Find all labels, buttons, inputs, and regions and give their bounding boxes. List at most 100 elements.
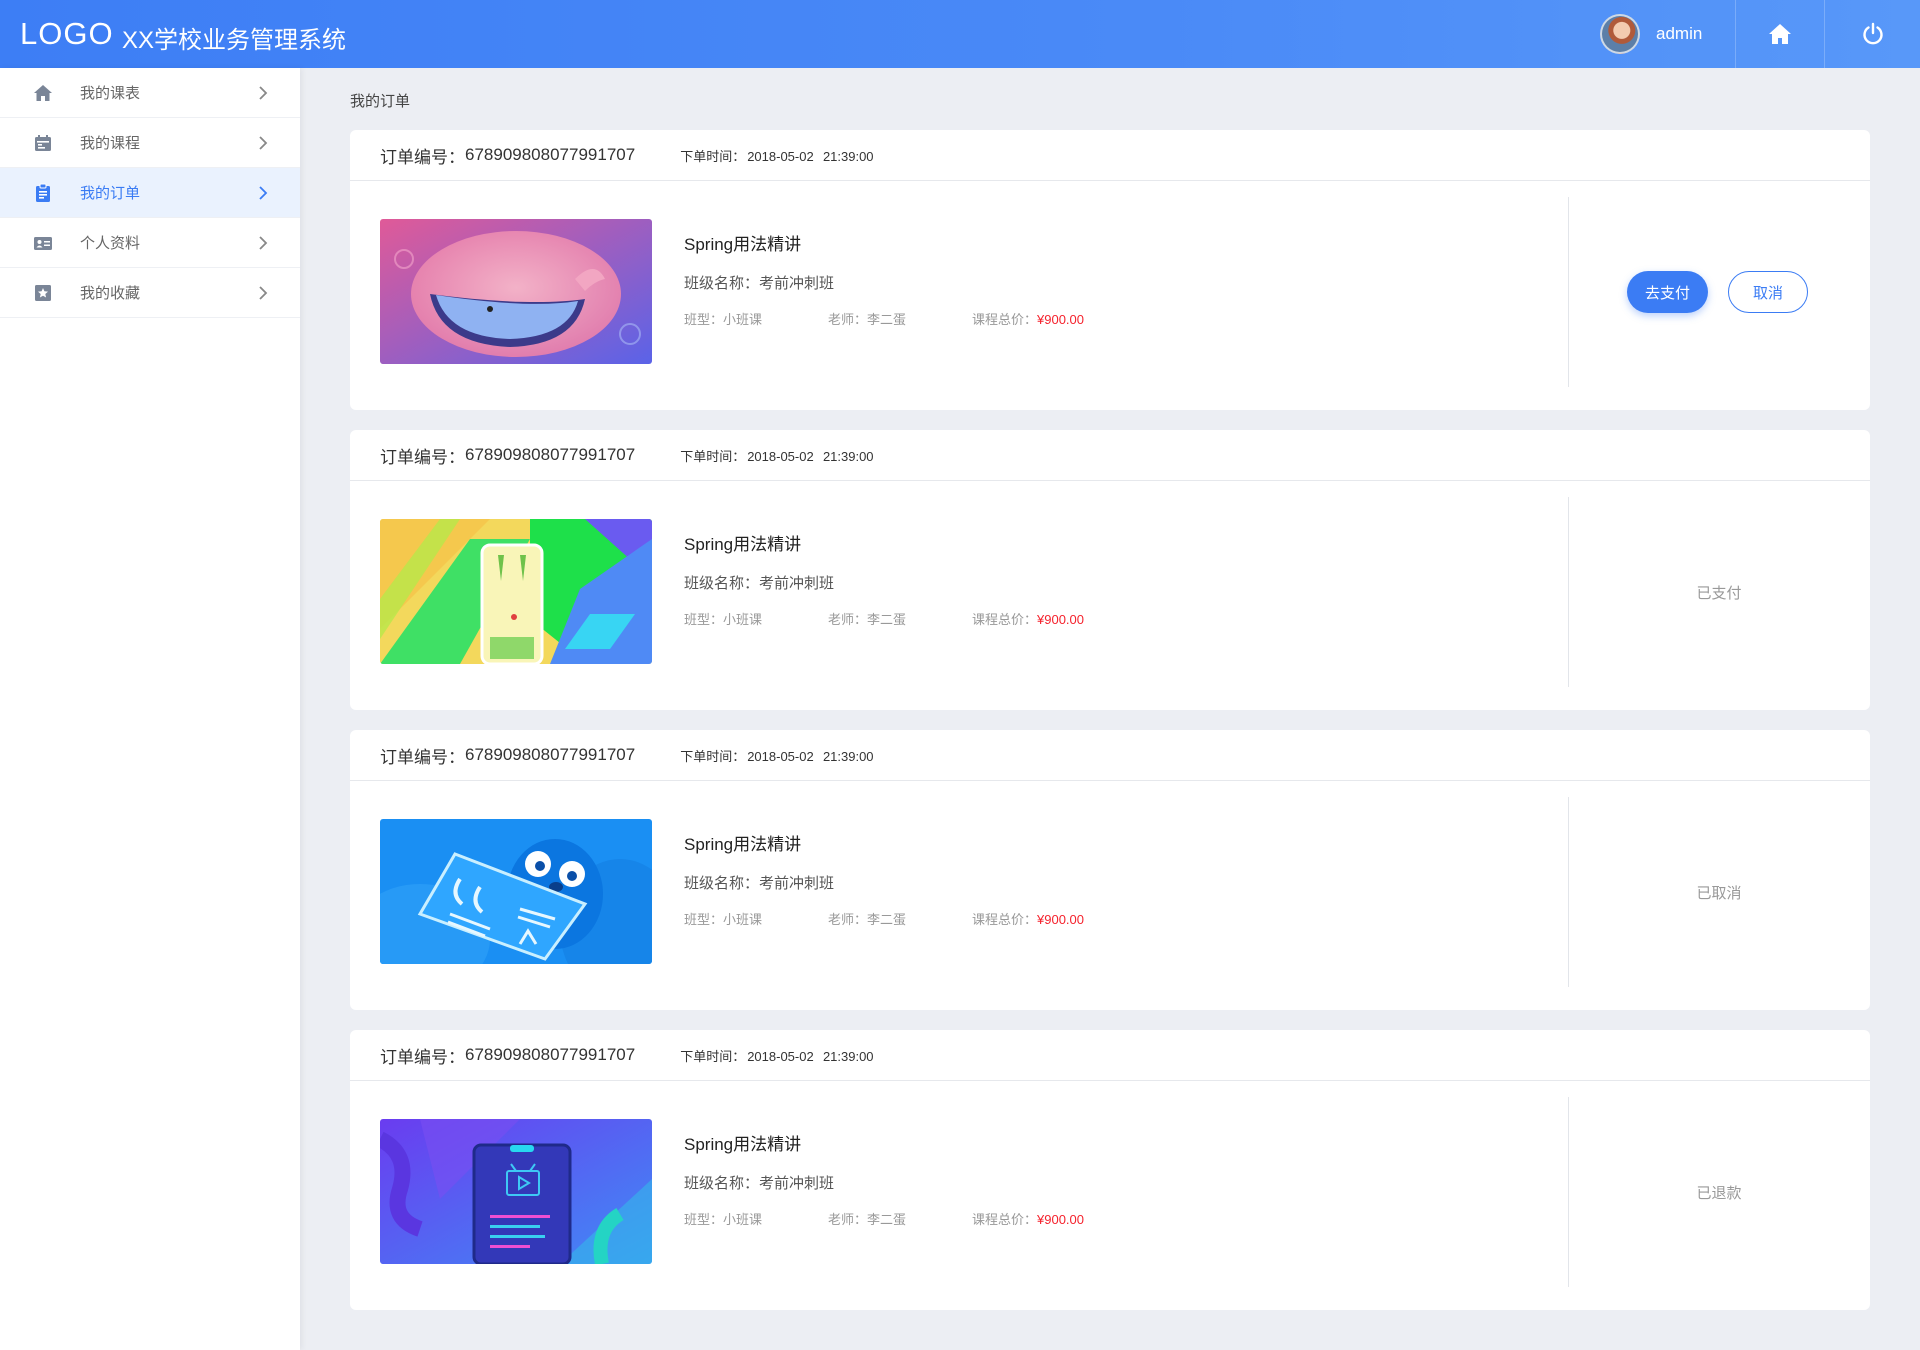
order-time: 下单时间： 2018-05-02 21:39:00 (680, 746, 873, 765)
course-title[interactable]: Spring用法精讲 (684, 1130, 1124, 1155)
order-clock: 21:39:00 (822, 448, 874, 464)
class-type: 班型：小班课 (684, 612, 763, 627)
course-meta: 班型：小班课 老师：李二蛋 课程总价：¥900.00 (684, 609, 1124, 627)
order-clock: 21:39:00 (822, 748, 874, 764)
order-card: 订单编号： 678909808077991707 下单时间： 2018-05-02… (350, 430, 1870, 710)
class-type: 班型：小班课 (684, 912, 763, 927)
course-meta: 班型：小班课 老师：李二蛋 课程总价：¥900.00 (684, 909, 1124, 927)
order-time-label: 下单时间： (680, 148, 746, 164)
order-time-label: 下单时间： (680, 748, 746, 764)
order-status: 已取消 (1696, 885, 1742, 902)
order-number: 678909808077991707 (465, 745, 636, 764)
price-label: 课程总价： (972, 912, 1038, 927)
order-time-label: 下单时间： (680, 448, 746, 464)
chevron-right-icon (259, 186, 268, 200)
course-info: Spring用法精讲 班级名称：考前冲刺班 班型：小班课 老师：李二蛋 课程总价… (684, 230, 1124, 327)
order-number-label: 订单编号： (380, 447, 465, 467)
chevron-right-icon (259, 286, 268, 300)
star-icon (35, 285, 51, 301)
order-header: 订单编号： 678909808077991707 下单时间： 2018-05-02… (350, 130, 1870, 181)
order-clock: 21:39:00 (822, 148, 874, 164)
sidebar-item-courses[interactable]: 我的课程 (0, 118, 300, 168)
mascot-illustration (380, 819, 652, 964)
course-title[interactable]: Spring用法精讲 (684, 230, 1124, 255)
order-status: 已支付 (1696, 585, 1742, 602)
price-label: 课程总价： (972, 312, 1038, 327)
course-thumbnail[interactable] (380, 219, 652, 364)
price: ¥900.00 (1037, 312, 1085, 327)
chevron-right-icon (259, 86, 268, 100)
system-title: XX学校业务管理系统 (122, 27, 347, 54)
home-button[interactable] (1736, 0, 1824, 68)
sidebar-item-label: 我的课程 (80, 135, 141, 152)
price: ¥900.00 (1037, 612, 1085, 627)
order-card: 订单编号： 678909808077991707 下单时间： 2018-05-02… (350, 130, 1870, 410)
home-icon (1769, 24, 1791, 44)
sidebar-item-profile[interactable]: 个人资料 (0, 218, 300, 268)
teacher: 老师：李二蛋 (828, 912, 907, 927)
sidebar-item-schedule[interactable]: 我的课表 (0, 68, 300, 118)
order-clock: 21:39:00 (822, 1048, 874, 1064)
order-card: 订单编号： 678909808077991707 下单时间： 2018-05-02… (350, 730, 1870, 1010)
teacher: 老师：李二蛋 (828, 612, 907, 627)
sidebar-item-label: 我的收藏 (80, 285, 141, 302)
breadcrumb: 我的订单 (350, 93, 411, 110)
order-date: 2018-05-02 (747, 748, 814, 764)
price-wrap: 课程总价：¥900.00 (972, 1209, 1084, 1228)
sidebar-item-label: 我的订单 (80, 185, 141, 202)
order-date: 2018-05-02 (747, 448, 814, 464)
price-label: 课程总价： (972, 612, 1038, 627)
course-thumbnail[interactable] (380, 1119, 652, 1264)
order-date: 2018-05-02 (747, 1048, 814, 1064)
course-info: Spring用法精讲 班级名称：考前冲刺班 班型：小班课 老师：李二蛋 课程总价… (684, 830, 1124, 927)
user-menu[interactable]: admin (1600, 13, 1702, 55)
course-info: Spring用法精讲 班级名称：考前冲刺班 班型：小班课 老师：李二蛋 课程总价… (684, 530, 1124, 627)
price-label: 课程总价： (972, 1212, 1038, 1227)
teacher: 老师：李二蛋 (828, 1212, 907, 1227)
class-name: 班级名称：考前冲刺班 (684, 575, 835, 592)
order-header: 订单编号： 678909808077991707 下单时间： 2018-05-02… (350, 430, 1870, 481)
order-number: 678909808077991707 (465, 445, 636, 464)
order-number-label: 订单编号： (380, 747, 465, 767)
order-header: 订单编号： 678909808077991707 下单时间： 2018-05-02… (350, 730, 1870, 781)
price-wrap: 课程总价：¥900.00 (972, 609, 1084, 628)
phone-illustration (380, 519, 652, 664)
sidebar-item-orders[interactable]: 我的订单 (0, 168, 300, 218)
class-name: 班级名称：考前冲刺班 (684, 1175, 835, 1192)
username[interactable]: admin (1656, 24, 1702, 44)
order-time: 下单时间： 2018-05-02 21:39:00 (680, 1046, 873, 1065)
order-number: 678909808077991707 (465, 1045, 636, 1064)
avatar[interactable] (1600, 14, 1640, 54)
class-name: 班级名称：考前冲刺班 (684, 875, 835, 892)
course-title[interactable]: Spring用法精讲 (684, 830, 1124, 855)
course-thumbnail[interactable] (380, 819, 652, 964)
calendar-icon (35, 135, 51, 151)
order-status: 已退款 (1696, 1185, 1742, 1202)
logo: LOGO (20, 16, 114, 51)
video-phone-illustration (380, 1119, 652, 1264)
course-title[interactable]: Spring用法精讲 (684, 530, 1124, 555)
order-number: 678909808077991707 (465, 145, 636, 164)
order-card: 订单编号： 678909808077991707 下单时间： 2018-05-02… (350, 1030, 1870, 1310)
order-time-label: 下单时间： (680, 1048, 746, 1064)
pay-button[interactable]: 去支付 (1627, 271, 1708, 313)
sidebar-item-favorites[interactable]: 我的收藏 (0, 268, 300, 318)
clipboard-icon (36, 183, 50, 202)
logout-button[interactable] (1825, 0, 1920, 68)
course-thumbnail[interactable] (380, 519, 652, 664)
price-wrap: 课程总价：¥900.00 (972, 309, 1084, 328)
course-meta: 班型：小班课 老师：李二蛋 课程总价：¥900.00 (684, 1209, 1124, 1227)
sidebar-item-label: 我的课表 (80, 85, 141, 102)
order-header: 订单编号： 678909808077991707 下单时间： 2018-05-02… (350, 1030, 1870, 1081)
top-header: LOGO XX学校业务管理系统 admin (0, 0, 1920, 68)
order-date: 2018-05-02 (747, 148, 814, 164)
course-info: Spring用法精讲 班级名称：考前冲刺班 班型：小班课 老师：李二蛋 课程总价… (684, 1130, 1124, 1227)
home-icon (34, 85, 52, 101)
chevron-right-icon (259, 136, 268, 150)
course-meta: 班型：小班课 老师：李二蛋 课程总价：¥900.00 (684, 309, 1124, 327)
price-wrap: 课程总价：¥900.00 (972, 909, 1084, 928)
order-time: 下单时间： 2018-05-02 21:39:00 (680, 446, 873, 465)
cancel-order-button[interactable]: 取消 (1728, 271, 1808, 313)
sidebar: 我的课表 我的课程 我的订单 个人资料 我的收藏 (0, 68, 300, 1350)
order-time: 下单时间： 2018-05-02 21:39:00 (680, 146, 873, 165)
